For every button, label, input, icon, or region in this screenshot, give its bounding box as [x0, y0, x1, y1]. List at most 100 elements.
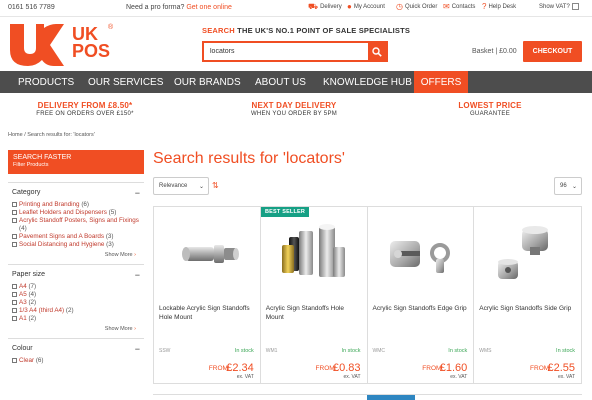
nav-about-us[interactable]: ABOUT US: [255, 71, 323, 93]
filter-checkbox[interactable]: [12, 308, 17, 313]
quick-order-link-label: Quick Order: [404, 4, 438, 10]
sort-select[interactable]: Relevance ⌄: [153, 177, 209, 195]
product-card[interactable]: Acrylic Sign Standoffs Hole Mount WM1 In…: [261, 207, 368, 383]
filter-option-count: (4): [28, 291, 37, 298]
filter-option[interactable]: Printing and Branding (6): [12, 201, 140, 209]
my-account-link-label: My Account: [353, 4, 385, 10]
delivery-link[interactable]: ⛟ Delivery: [308, 3, 342, 11]
per-page-select[interactable]: 96 ⌄: [554, 177, 582, 195]
basket-summary[interactable]: Basket | £0.00: [472, 48, 517, 55]
filter-option-count: (7): [28, 283, 37, 290]
search-button[interactable]: [368, 43, 386, 60]
show-more-category[interactable]: Show More ›: [12, 252, 140, 264]
per-page-value: 96: [560, 183, 567, 189]
filter-checkbox[interactable]: [12, 234, 17, 239]
product-card[interactable]: Lockable Acrylic Sign Standoffs Hole Mou…: [154, 207, 261, 383]
collapse-icon[interactable]: −: [135, 188, 140, 198]
facet-paper-size-heading[interactable]: Paper size: [12, 271, 140, 283]
usp-delivery-subtitle: FREE ON ORDERS OVER £150*: [36, 111, 134, 117]
filter-option[interactable]: A5 (4): [12, 291, 140, 299]
phone-number[interactable]: 0161 516 7789: [8, 4, 55, 11]
filter-option-label: A1: [19, 315, 27, 322]
filter-checkbox[interactable]: [12, 300, 17, 305]
price-vat-note: ex. VAT: [450, 374, 468, 380]
proforma-text: Need a pro forma?: [126, 4, 185, 11]
filter-checkbox[interactable]: [12, 242, 17, 247]
product-name[interactable]: Acrylic Sign Standoffs Side Grip: [479, 305, 577, 314]
ukpos-logo[interactable]: UK POS ®: [10, 24, 118, 66]
logo-word-pos: POS: [72, 41, 111, 61]
filter-checkbox[interactable]: [12, 202, 17, 207]
filter-option[interactable]: Social Distancing and Hygiene (3): [12, 241, 140, 249]
filter-option[interactable]: 1/3 A4 (third A4) (2): [12, 307, 140, 315]
search-input[interactable]: [204, 43, 368, 60]
show-vat-toggle[interactable]: Show VAT?: [539, 3, 579, 10]
sort-direction-icon[interactable]: ⇅: [212, 181, 219, 190]
quick-order-link[interactable]: ◷ Quick Order: [396, 3, 437, 11]
filter-checkbox[interactable]: [12, 218, 17, 223]
product-name[interactable]: Lockable Acrylic Sign Standoffs Hole Mou…: [159, 305, 257, 322]
filter-option[interactable]: A1 (2): [12, 315, 140, 323]
facet-category-heading[interactable]: Category: [12, 189, 140, 201]
stock-status: In stock: [234, 348, 254, 354]
price-vat-note: ex. VAT: [236, 374, 254, 380]
filter-option[interactable]: Pavement Signs and A Boards (3): [12, 233, 140, 241]
show-more-paper-size[interactable]: Show More ›: [12, 326, 140, 338]
filter-sidebar: SEARCH FASTER Filter Products Category −…: [8, 150, 144, 365]
facet-paper-size: Paper size − A4 (7) A5 (4) A3 (2) 1/3 A4…: [8, 264, 144, 338]
product-card[interactable]: Acrylic Sign Standoffs Side Grip WMS In …: [474, 207, 581, 383]
nav-knowledge-hub[interactable]: KNOWLEDGE HUB: [323, 71, 414, 93]
filter-option-label: 1/3 A4 (third A4): [19, 307, 65, 314]
product-price: £0.83: [332, 362, 361, 374]
filter-checkbox[interactable]: [12, 210, 17, 215]
usp-next-day[interactable]: NEXT DAY DELIVERY WHEN YOU ORDER BY 5PM: [242, 101, 346, 117]
product-code: SSW: [159, 348, 171, 354]
nav-our-brands[interactable]: OUR BRANDS: [174, 71, 255, 93]
filter-option[interactable]: Acrylic Standoff Posters, Signs and Fixi…: [12, 217, 140, 233]
usp-delivery-title: DELIVERY FROM £8.50*: [37, 101, 133, 110]
collapse-icon[interactable]: −: [135, 270, 140, 280]
product-card[interactable]: Acrylic Sign Standoffs Edge Grip WMC In …: [368, 207, 475, 383]
basket-amount: £0.00: [499, 48, 517, 55]
product-name[interactable]: Acrylic Sign Standoffs Hole Mount: [266, 305, 364, 322]
show-more-label: Show More: [104, 252, 133, 258]
facet-colour-heading[interactable]: Colour: [12, 345, 140, 357]
filter-checkbox[interactable]: [12, 284, 17, 289]
filter-checkbox[interactable]: [12, 292, 17, 297]
delivery-link-label: Delivery: [320, 4, 342, 10]
product-image[interactable]: [269, 217, 359, 292]
checkout-button[interactable]: CHECKOUT: [523, 41, 582, 62]
product-name[interactable]: Acrylic Sign Standoffs Edge Grip: [373, 305, 471, 314]
nav-products[interactable]: PRODUCTS: [18, 71, 88, 93]
usp-lowest-price[interactable]: LOWEST PRICE GUARANTEE: [448, 101, 532, 117]
breadcrumb[interactable]: Home / Search results for: 'locators': [8, 132, 95, 138]
usp-delivery[interactable]: DELIVERY FROM £8.50* FREE ON ORDERS OVER…: [30, 101, 140, 117]
filter-option[interactable]: A4 (7): [12, 283, 140, 291]
basket-label: Basket: [472, 48, 494, 55]
nav-our-services[interactable]: OUR SERVICES: [88, 71, 174, 93]
contacts-link-label: Contacts: [451, 4, 476, 10]
filter-checkbox[interactable]: [12, 316, 17, 321]
filter-option-count: (2): [28, 299, 37, 306]
stock-status: In stock: [448, 348, 468, 354]
show-vat-checkbox[interactable]: [571, 3, 579, 10]
filter-checkbox[interactable]: [12, 358, 17, 363]
my-account-link[interactable]: ● My Account: [347, 3, 385, 11]
nav-offers[interactable]: OFFERS: [414, 71, 468, 93]
product-image[interactable]: [162, 217, 252, 292]
chevron-down-icon: ⌄: [571, 184, 577, 190]
proforma-link[interactable]: Get one online: [186, 4, 232, 11]
search-tagline: SEARCH THE UK'S NO.1 POINT OF SALE SPECI…: [202, 26, 410, 35]
collapse-icon[interactable]: −: [135, 344, 140, 354]
filter-option[interactable]: Leaflet Holders and Dispensers (5): [12, 209, 140, 217]
help-desk-link[interactable]: ? Help Desk: [482, 3, 516, 11]
filter-option-count: (4): [19, 225, 27, 232]
price-vat-note: ex. VAT: [557, 374, 575, 380]
contacts-link[interactable]: ✉ Contacts: [443, 3, 475, 11]
product-image[interactable]: [376, 217, 466, 292]
search-faster-title: SEARCH FASTER: [13, 154, 72, 161]
filter-option[interactable]: A3 (2): [12, 299, 140, 307]
filter-option[interactable]: Clear (6): [12, 357, 140, 365]
product-image[interactable]: [482, 217, 572, 292]
filter-option-count: (3): [105, 233, 114, 240]
